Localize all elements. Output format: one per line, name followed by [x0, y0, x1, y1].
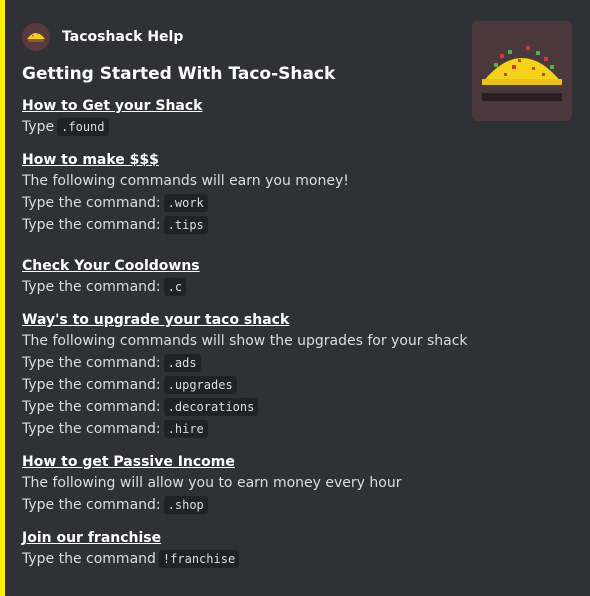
section-title: Check Your Cooldowns [22, 258, 200, 274]
command-code[interactable]: .hire [163, 420, 208, 438]
section-line: Type the command: .shop [22, 494, 462, 516]
embed-author-name[interactable]: Tacoshack Help [62, 29, 183, 45]
section-line: Type the command: .ads [22, 352, 462, 374]
embed-author: Tacoshack Help [22, 22, 183, 52]
embed-accent-bar [0, 0, 5, 596]
command-code[interactable]: .ads [163, 354, 201, 372]
command-code[interactable]: .found [57, 118, 109, 136]
line-text: The following commands will earn you mon… [22, 173, 349, 189]
line-text: Type the command: [22, 217, 161, 233]
section-line: The following will allow you to earn mon… [22, 472, 462, 494]
embed-title: Getting Started With Taco-Shack [22, 64, 336, 84]
section-title: Way's to upgrade your taco shack [22, 312, 290, 328]
section-line: Type the command: .upgrades [22, 374, 462, 396]
line-text: Type the command [22, 551, 156, 567]
section-line: The following commands will show the upg… [22, 330, 468, 352]
line-text: Type [22, 119, 55, 135]
section-line: The following commands will earn you mon… [22, 170, 462, 192]
section-title: How to make $$$ [22, 152, 159, 168]
section-title: Join our franchise [22, 530, 162, 546]
line-text: Type the command: [22, 279, 161, 295]
section-line: Type the command: .decorations [22, 396, 462, 418]
section-line: Type .found [22, 116, 462, 138]
embed-body: Getting Started With Taco-Shack How to G… [22, 62, 468, 570]
line-text: Type the command: [22, 497, 161, 513]
taco-icon [22, 23, 50, 51]
line-text: The following will allow you to earn mon… [22, 475, 402, 491]
line-text: Type the command: [22, 355, 161, 371]
command-code[interactable]: .tips [163, 216, 208, 234]
line-text: Type the command: [22, 377, 161, 393]
line-text: Type the command: [22, 421, 161, 437]
command-code[interactable]: .shop [163, 496, 208, 514]
section-line: Type the command: .work [22, 192, 462, 214]
command-code[interactable]: .upgrades [163, 376, 237, 394]
line-text: Type the command: [22, 399, 161, 415]
command-code[interactable]: .decorations [163, 398, 259, 416]
section-line: Type the command: .c [22, 276, 462, 298]
command-code[interactable]: .work [163, 194, 208, 212]
section-line: Type the command: .hire [22, 418, 462, 440]
taco-icon [482, 46, 562, 101]
line-text: Type the command: [22, 195, 161, 211]
section-title: How to get Passive Income [22, 454, 235, 470]
command-code[interactable]: !franchise [158, 550, 240, 568]
line-text: The following commands will show the upg… [22, 333, 468, 349]
section-line: Type the command !franchise [22, 548, 462, 570]
help-embed: Tacoshack Help Getting Started With Taco… [0, 0, 590, 596]
embed-thumbnail[interactable] [472, 21, 572, 121]
section-line: Type the command: .tips [22, 214, 462, 236]
command-code[interactable]: .c [163, 278, 187, 296]
section-title: How to Get your Shack [22, 98, 203, 114]
